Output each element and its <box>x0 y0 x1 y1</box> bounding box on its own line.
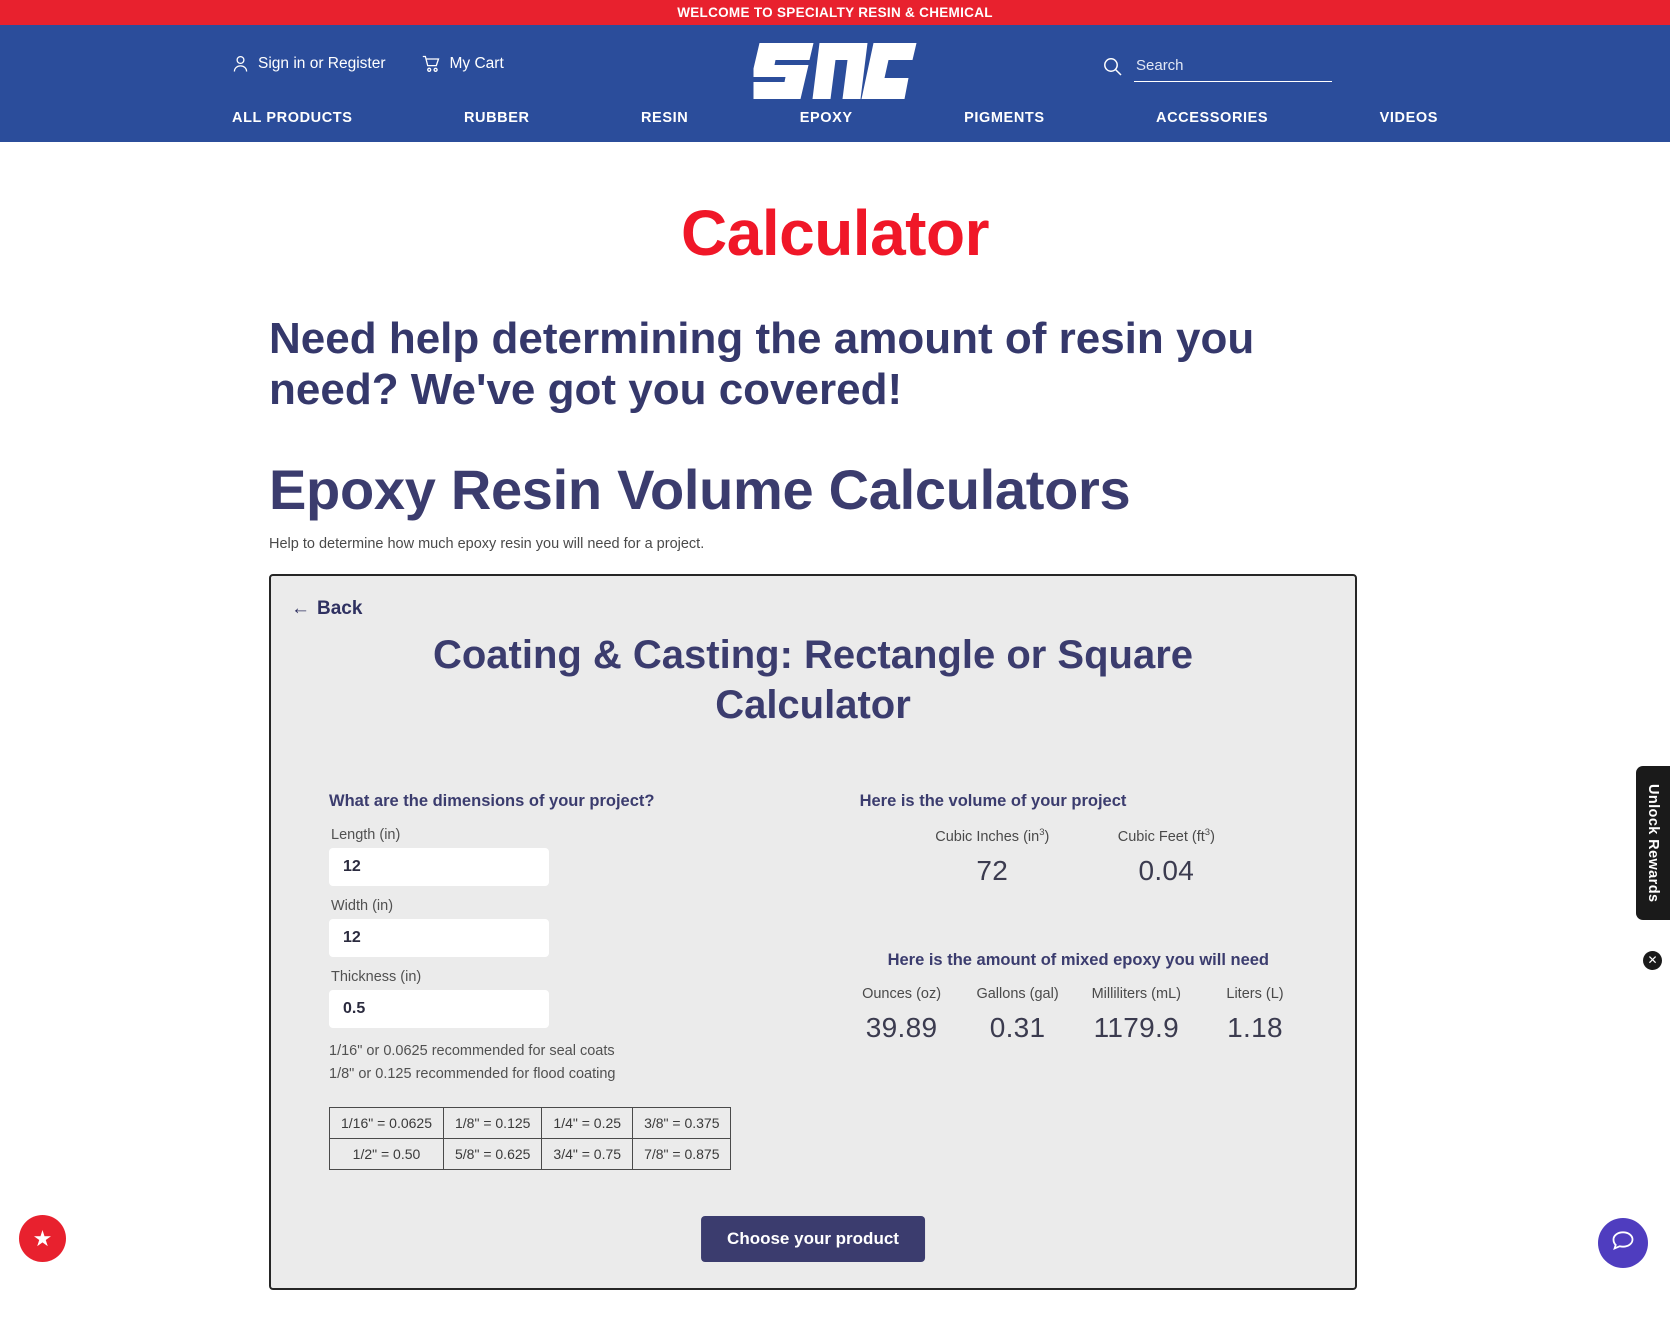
nav-item-rubber[interactable]: RUBBER <box>464 110 530 126</box>
account-links: Sign in or Register My Cart <box>232 55 504 73</box>
width-field-group: Width (in) <box>329 898 840 958</box>
back-button[interactable]: ← Back <box>291 598 362 620</box>
page-body: Calculator Need help determining the amo… <box>0 196 1670 1291</box>
fraction-cell: 1/16" = 0.0625 <box>329 1107 444 1140</box>
nav-item-videos[interactable]: VIDEOS <box>1380 110 1438 126</box>
nav-item-resin[interactable]: RESIN <box>641 110 688 126</box>
table-row: 1/16" = 0.0625 1/8" = 0.125 1/4" = 0.25 … <box>329 1107 732 1140</box>
chat-bubble-icon <box>1610 1228 1636 1259</box>
mixed-epoxy-heading: Here is the amount of mixed epoxy you wi… <box>887 951 1269 970</box>
cubic-feet-label: Cubic Feet (ft3) <box>1117 827 1215 846</box>
fraction-cell: 1/8" = 0.125 <box>442 1107 543 1140</box>
cubic-inches-value: 72 <box>976 855 1009 887</box>
gallons-result: Gallons (gal) 0.31 <box>976 986 1060 1044</box>
nav-item-pigments[interactable]: PIGMENTS <box>964 110 1045 126</box>
fraction-cell: 3/8" = 0.375 <box>632 1107 732 1140</box>
cubic-feet-value: 0.04 <box>1138 855 1195 887</box>
star-icon: ★ <box>32 1225 53 1251</box>
milliliters-label: Milliliters (mL) <box>1091 986 1181 1003</box>
fraction-cell: 1/4" = 0.25 <box>541 1107 634 1140</box>
length-label: Length (in) <box>331 827 401 844</box>
cubic-inches-result: Cubic Inches (in3) 72 <box>935 827 1049 887</box>
calculator-title: Coating & Casting: Rectangle or Square C… <box>432 633 1194 728</box>
shopping-cart-icon <box>422 55 441 73</box>
cubic-inches-label: Cubic Inches (in3) <box>935 827 1050 846</box>
announcement-bar: WELCOME TO SPECIALTY RESIN & CHEMICAL <box>0 0 1670 25</box>
src-logo[interactable] <box>746 39 917 106</box>
thickness-input[interactable] <box>329 990 549 1029</box>
volume-results: Cubic Inches (in3) 72 Cubic Feet (ft3) 0… <box>860 827 1297 887</box>
fraction-cell: 1/2" = 0.50 <box>329 1138 444 1171</box>
calculator-card: ← Back Coating & Casting: Rectangle or S… <box>269 574 1357 1291</box>
choose-your-product-button[interactable]: Choose your product <box>701 1216 925 1263</box>
cubic-feet-result: Cubic Feet (ft3) 0.04 <box>1111 827 1221 887</box>
search-icon[interactable] <box>1103 57 1122 81</box>
main-navigation: ALL PRODUCTS RUBBER RESIN EPOXY PIGMENTS… <box>232 110 1438 126</box>
nav-item-accessories[interactable]: ACCESSORIES <box>1156 110 1268 126</box>
hint-flood-coating: 1/8" or 0.125 recommended for flood coat… <box>329 1065 616 1082</box>
rewards-star-badge[interactable]: ★ <box>19 1215 66 1263</box>
fraction-cell: 7/8" = 0.875 <box>632 1138 732 1171</box>
cart-link[interactable]: My Cart <box>422 55 504 73</box>
table-row: 1/2" = 0.50 5/8" = 0.625 3/4" = 0.75 7/8… <box>329 1138 732 1171</box>
gallons-label: Gallons (gal) <box>976 986 1059 1003</box>
mixed-epoxy-block: Here is the amount of mixed epoxy you wi… <box>860 951 1297 1044</box>
header-top-row: Sign in or Register My Cart <box>0 25 1670 99</box>
milliliters-value: 1179.9 <box>1093 1012 1179 1044</box>
unlock-rewards-tab[interactable]: Unlock Rewards <box>1636 766 1670 921</box>
length-field-group: Length (in) <box>329 827 840 887</box>
results-panel: Here is the volume of your project Cubic… <box>840 792 1297 1170</box>
nav-item-all-products[interactable]: ALL PRODUCTS <box>232 110 353 126</box>
site-header: Sign in or Register My Cart Search ALL P… <box>0 25 1670 142</box>
liters-value: 1.18 <box>1227 1012 1283 1044</box>
liters-label: Liters (L) <box>1226 986 1284 1003</box>
ounces-value: 39.89 <box>865 1012 938 1044</box>
arrow-left-icon: ← <box>291 598 310 620</box>
content-column: Need help determining the amount of resi… <box>255 314 1415 1291</box>
fraction-conversion-table: 1/16" = 0.0625 1/8" = 0.125 1/4" = 0.25 … <box>329 1107 732 1171</box>
chat-widget-button[interactable] <box>1598 1218 1648 1269</box>
thickness-field-group: Thickness (in) <box>329 969 840 1029</box>
cart-label: My Cart <box>449 55 504 72</box>
src-logo-mark <box>746 43 917 99</box>
close-icon[interactable]: ✕ <box>1643 951 1662 970</box>
calculator-columns: What are the dimensions of your project?… <box>271 792 1355 1171</box>
section-heading: Epoxy Resin Volume Calculators <box>269 458 1131 522</box>
page-title: Calculator <box>681 197 989 269</box>
gallons-value: 0.31 <box>989 1012 1046 1044</box>
fraction-cell: 5/8" = 0.625 <box>442 1138 543 1171</box>
fraction-cell: 3/4" = 0.75 <box>541 1138 634 1171</box>
hint-seal-coat: 1/16" or 0.0625 recommended for seal coa… <box>329 1043 615 1060</box>
liters-result: Liters (L) 1.18 <box>1213 986 1297 1044</box>
width-label: Width (in) <box>331 898 394 915</box>
ounces-result: Ounces (oz) 39.89 <box>860 986 944 1044</box>
nav-item-epoxy[interactable]: EPOXY <box>800 110 853 126</box>
ounces-label: Ounces (oz) <box>862 986 942 1003</box>
mixed-epoxy-results: Ounces (oz) 39.89 Gallons (gal) 0.31 Mil… <box>860 986 1297 1044</box>
sign-in-link[interactable]: Sign in or Register <box>232 55 386 73</box>
dimensions-heading: What are the dimensions of your project? <box>329 792 655 811</box>
search-input[interactable] <box>1134 55 1332 82</box>
dimensions-panel: What are the dimensions of your project?… <box>329 792 840 1171</box>
thickness-hints: 1/16" or 0.0625 recommended for seal coa… <box>329 1040 840 1085</box>
thickness-label: Thickness (in) <box>331 969 422 986</box>
announcement-text: WELCOME TO SPECIALTY RESIN & CHEMICAL <box>677 5 993 20</box>
lead-heading: Need help determining the amount of resi… <box>269 314 1255 414</box>
back-button-label: Back <box>317 598 363 620</box>
volume-heading: Here is the volume of your project <box>859 792 1127 811</box>
width-input[interactable] <box>329 919 549 958</box>
milliliters-result: Milliliters (mL) 1179.9 <box>1092 986 1181 1044</box>
length-input[interactable] <box>329 848 549 887</box>
sign-in-label: Sign in or Register <box>258 55 386 72</box>
user-icon <box>232 55 249 73</box>
section-subtext: Help to determine how much epoxy resin y… <box>269 536 705 553</box>
search-area <box>1103 55 1332 82</box>
